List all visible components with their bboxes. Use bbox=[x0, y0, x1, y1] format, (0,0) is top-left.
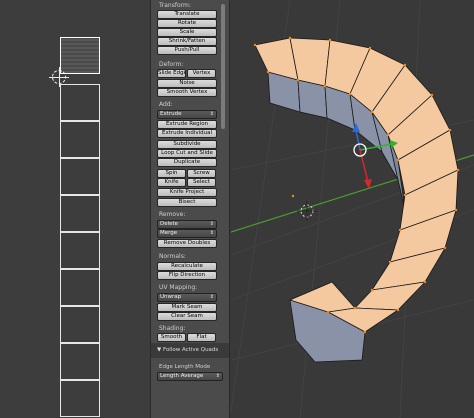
tool-shelf-scrollbar[interactable] bbox=[221, 4, 225, 129]
dropdown-arrow-icon: ⇕ bbox=[215, 373, 220, 379]
shading-header: Shading: bbox=[159, 325, 186, 332]
uv-face[interactable] bbox=[60, 306, 100, 343]
remove-header: Remove: bbox=[159, 211, 186, 218]
knife-project-button[interactable]: Knife Project bbox=[157, 188, 217, 197]
uv-face[interactable] bbox=[60, 84, 100, 121]
remove-doubles-button[interactable]: Remove Doubles bbox=[157, 239, 217, 248]
merge-dropdown[interactable]: Merge ⇕ bbox=[157, 229, 217, 238]
loop-cut-button[interactable]: Loop Cut and Slide bbox=[157, 149, 217, 158]
transform-header: Transform: bbox=[159, 2, 191, 9]
uv-editor[interactable] bbox=[0, 0, 150, 418]
duplicate-button[interactable]: Duplicate bbox=[157, 158, 217, 167]
translate-button[interactable]: Translate bbox=[157, 10, 217, 19]
tool-shelf: Transform: Translate Rotate Scale Shrink… bbox=[150, 0, 230, 418]
extrude-individual-button[interactable]: Extrude Individual bbox=[157, 129, 217, 138]
shade-flat-button[interactable]: Flat bbox=[187, 333, 216, 342]
follow-active-quads-panel-header[interactable]: ▼ Follow Active Quads bbox=[151, 343, 229, 358]
slide-vertex-button[interactable]: Vertex bbox=[187, 69, 216, 78]
spin-button[interactable]: Spin bbox=[157, 169, 186, 178]
subdivide-button[interactable]: Subdivide bbox=[157, 140, 217, 149]
smooth-vertex-button[interactable]: Smooth Vertex bbox=[157, 88, 217, 97]
dropdown-arrow-icon: ⇕ bbox=[209, 221, 214, 227]
curved-mesh[interactable] bbox=[254, 37, 459, 363]
knife-select-button[interactable]: Select bbox=[187, 178, 216, 187]
uv-2d-cursor-icon bbox=[49, 67, 69, 87]
uv-mapping-header: UV Mapping: bbox=[159, 284, 198, 291]
push-pull-button[interactable]: Push/Pull bbox=[157, 46, 217, 55]
knife-button[interactable]: Knife bbox=[157, 178, 186, 187]
uv-face[interactable] bbox=[60, 195, 100, 232]
extrude-dropdown-label: Extrude bbox=[160, 111, 182, 117]
unwrap-dropdown-label: Unwrap bbox=[160, 294, 182, 300]
screw-button[interactable]: Screw bbox=[187, 169, 216, 178]
edge-length-mode-label: Edge Length Mode bbox=[159, 364, 211, 370]
normals-header: Normals: bbox=[159, 253, 186, 260]
bisect-button[interactable]: Bisect bbox=[157, 198, 217, 207]
recalculate-button[interactable]: Recalculate bbox=[157, 262, 217, 271]
add-header: Add: bbox=[159, 101, 173, 108]
dropdown-arrow-icon: ⇕ bbox=[209, 294, 214, 300]
extrude-region-button[interactable]: Extrude Region bbox=[157, 120, 217, 129]
shrink-fatten-button[interactable]: Shrink/Fatten bbox=[157, 37, 217, 46]
uv-face[interactable] bbox=[60, 121, 100, 158]
uv-face[interactable] bbox=[60, 380, 100, 417]
edge-length-mode-value: Length Average bbox=[160, 373, 204, 379]
slide-edge-button[interactable]: Slide Edge bbox=[157, 69, 186, 78]
edge-length-mode-dropdown[interactable]: Length Average ⇕ bbox=[157, 372, 223, 381]
flip-direction-button[interactable]: Flip Direction bbox=[157, 271, 217, 280]
deform-header: Deform: bbox=[159, 61, 184, 68]
delete-dropdown[interactable]: Delete ⇕ bbox=[157, 220, 217, 229]
clear-seam-button[interactable]: Clear Seam bbox=[157, 312, 217, 321]
shade-smooth-button[interactable]: Smooth bbox=[157, 333, 186, 342]
uv-face[interactable] bbox=[60, 158, 100, 195]
extrude-dropdown[interactable]: Extrude ⇕ bbox=[157, 110, 217, 119]
merge-dropdown-label: Merge bbox=[160, 230, 178, 236]
noise-button[interactable]: Noise bbox=[157, 79, 217, 88]
uv-face[interactable] bbox=[60, 343, 100, 380]
scale-button[interactable]: Scale bbox=[157, 28, 217, 37]
uv-face-selected[interactable] bbox=[60, 37, 100, 74]
3d-cursor-icon bbox=[297, 201, 317, 221]
dropdown-arrow-icon: ⇕ bbox=[209, 230, 214, 236]
uv-face[interactable] bbox=[60, 269, 100, 306]
3d-viewport[interactable] bbox=[231, 0, 474, 418]
dropdown-arrow-icon: ⇕ bbox=[209, 111, 214, 117]
unwrap-dropdown[interactable]: Unwrap ⇕ bbox=[157, 293, 217, 302]
delete-dropdown-label: Delete bbox=[160, 221, 179, 227]
uv-face[interactable] bbox=[60, 232, 100, 269]
rotate-button[interactable]: Rotate bbox=[157, 19, 217, 28]
mark-seam-button[interactable]: Mark Seam bbox=[157, 303, 217, 312]
